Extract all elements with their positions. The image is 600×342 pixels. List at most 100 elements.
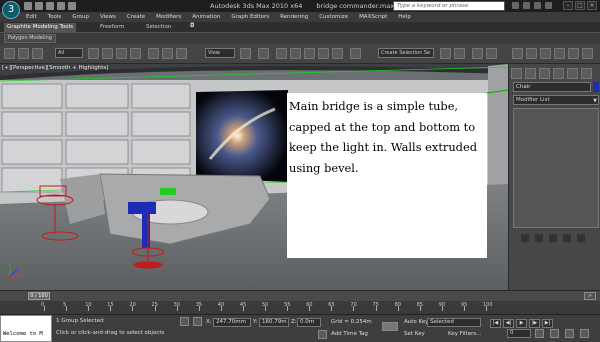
move-icon[interactable] <box>148 48 159 59</box>
orbit-icon[interactable] <box>580 329 589 338</box>
menu-customize[interactable]: Customize <box>319 14 348 20</box>
display-tab-icon[interactable] <box>567 68 578 79</box>
maxscript-mini-listener[interactable]: Welcome to M <box>0 315 52 342</box>
tab-polygon-modeling[interactable]: Polygon Modeling <box>4 34 56 43</box>
material-editor-icon[interactable] <box>540 48 551 59</box>
save-file-icon[interactable] <box>46 2 54 10</box>
motion-tab-icon[interactable] <box>553 68 564 79</box>
render-production-icon[interactable] <box>582 48 593 59</box>
tab-freeform[interactable]: Freeform <box>100 24 125 30</box>
menu-modifiers[interactable]: Modifiers <box>156 14 181 20</box>
search-input[interactable]: Type a keyword or phrase <box>393 1 505 11</box>
zoom-extents-icon[interactable] <box>550 329 559 338</box>
menu-tools[interactable]: Tools <box>48 14 62 20</box>
keyboard-shortcut-icon[interactable] <box>276 48 287 59</box>
play-icon[interactable]: ▶ <box>516 319 527 328</box>
tab-graphite-modeling-tools[interactable]: Graphite Modeling Tools <box>4 23 77 32</box>
object-color-swatch[interactable] <box>593 82 599 92</box>
set-key-button[interactable]: Set Key <box>404 331 425 337</box>
menu-animation[interactable]: Animation <box>192 14 220 20</box>
redo-icon[interactable] <box>68 2 76 10</box>
snaps-toggle-icon[interactable] <box>290 48 301 59</box>
perspective-viewport[interactable]: [+][Perspective][Smooth + Highlights] Ma… <box>0 64 508 290</box>
redo-scene-icon[interactable] <box>18 48 29 59</box>
tab-selection[interactable]: Selection <box>146 24 171 30</box>
schematic-view-icon[interactable] <box>526 48 537 59</box>
curve-editor-icon[interactable] <box>512 48 523 59</box>
modifier-stack[interactable] <box>513 108 599 228</box>
previous-frame-icon[interactable]: ◀| <box>503 319 514 328</box>
menu-maxscript[interactable]: MAXScript <box>359 14 387 20</box>
subscription-icon[interactable] <box>523 2 530 9</box>
spinner-snap-icon[interactable] <box>332 48 343 59</box>
hierarchy-tab-icon[interactable] <box>539 68 550 79</box>
graphite-toggle-icon[interactable] <box>486 48 497 59</box>
time-slider[interactable]: 0 / 100 > <box>0 290 600 301</box>
minimize-icon[interactable]: – <box>563 1 573 10</box>
key-filters-button[interactable]: Key Filters... <box>448 331 481 337</box>
key-mode-dropdown[interactable]: Selected <box>427 318 481 327</box>
time-tag-icon[interactable] <box>318 330 327 339</box>
track-bar[interactable]: 0 5 10 15 20 25 30 35 40 45 50 55 60 65 70 75 80 85 90 95 10… <box>0 301 600 315</box>
render-setup-icon[interactable] <box>554 48 565 59</box>
window-crossing-icon[interactable] <box>130 48 141 59</box>
scale-icon[interactable] <box>176 48 187 59</box>
goto-end-icon[interactable]: ▶| <box>542 319 553 328</box>
time-config-icon[interactable] <box>535 329 544 338</box>
make-unique-icon[interactable] <box>549 234 557 242</box>
z-coordinate-field[interactable]: 0.0m <box>297 318 321 327</box>
mirror-icon[interactable] <box>440 48 451 59</box>
align-icon[interactable] <box>454 48 465 59</box>
create-tab-icon[interactable] <box>511 68 522 79</box>
pivot-center-icon[interactable] <box>240 48 251 59</box>
rectangular-selection-icon[interactable] <box>116 48 127 59</box>
y-coordinate-field[interactable]: 160.79m <box>259 318 289 327</box>
viewport-label[interactable]: [+][Perspective][Smooth + Highlights] <box>2 65 108 71</box>
configure-sets-icon[interactable] <box>577 234 585 242</box>
modify-tab-icon[interactable] <box>525 68 536 79</box>
open-file-icon[interactable] <box>35 2 43 10</box>
select-by-name-icon[interactable] <box>102 48 113 59</box>
current-frame-field[interactable]: 0 <box>507 329 531 338</box>
utilities-tab-icon[interactable] <box>581 68 592 79</box>
select-manipulate-icon[interactable] <box>258 48 269 59</box>
star-icon[interactable] <box>534 2 541 9</box>
layer-manager-icon[interactable] <box>472 48 483 59</box>
menu-create[interactable]: Create <box>127 14 145 20</box>
menu-group[interactable]: Group <box>72 14 89 20</box>
undo-scene-icon[interactable] <box>4 48 15 59</box>
auto-key-button[interactable]: Auto Key <box>404 319 429 325</box>
menu-help[interactable]: Help <box>398 14 411 20</box>
menu-views[interactable]: Views <box>100 14 116 20</box>
rendered-frame-icon[interactable] <box>568 48 579 59</box>
goto-start-icon[interactable]: |◀ <box>490 319 501 328</box>
ribbon-minimize-icon[interactable]: ◘ <box>190 23 194 29</box>
close-icon[interactable]: × <box>587 1 597 10</box>
next-frame-icon[interactable]: |▶ <box>529 319 540 328</box>
pin-stack-icon[interactable] <box>521 234 529 242</box>
new-file-icon[interactable] <box>24 2 32 10</box>
menu-graph-editors[interactable]: Graph Editors <box>231 14 269 20</box>
help-icon[interactable] <box>545 2 552 9</box>
angle-snap-icon[interactable] <box>304 48 315 59</box>
selection-filter-dropdown[interactable]: All <box>55 48 83 58</box>
modifier-list-dropdown[interactable]: Modifier List ▼ <box>513 95 599 105</box>
reference-coordinate-dropdown[interactable]: View <box>205 48 235 58</box>
pan-view-icon[interactable] <box>565 329 574 338</box>
link-icon[interactable] <box>32 48 43 59</box>
key-icon[interactable] <box>382 322 398 331</box>
named-selection-sets-dropdown[interactable]: Create Selection Se <box>378 48 434 58</box>
binoculars-icon[interactable] <box>512 2 519 9</box>
select-object-icon[interactable] <box>88 48 99 59</box>
time-slider-arrows-icon[interactable]: > <box>584 292 596 300</box>
rotate-icon[interactable] <box>162 48 173 59</box>
undo-icon[interactable] <box>57 2 65 10</box>
menu-edit[interactable]: Edit <box>26 14 37 20</box>
add-time-tag-button[interactable]: Add Time Tag <box>331 331 368 337</box>
time-slider-thumb[interactable]: 0 / 100 <box>28 292 50 300</box>
percent-snap-icon[interactable] <box>318 48 329 59</box>
maximize-icon[interactable]: □ <box>575 1 585 10</box>
menu-rendering[interactable]: Rendering <box>280 14 308 20</box>
absolute-mode-icon[interactable] <box>193 317 202 326</box>
show-end-result-icon[interactable] <box>535 234 543 242</box>
